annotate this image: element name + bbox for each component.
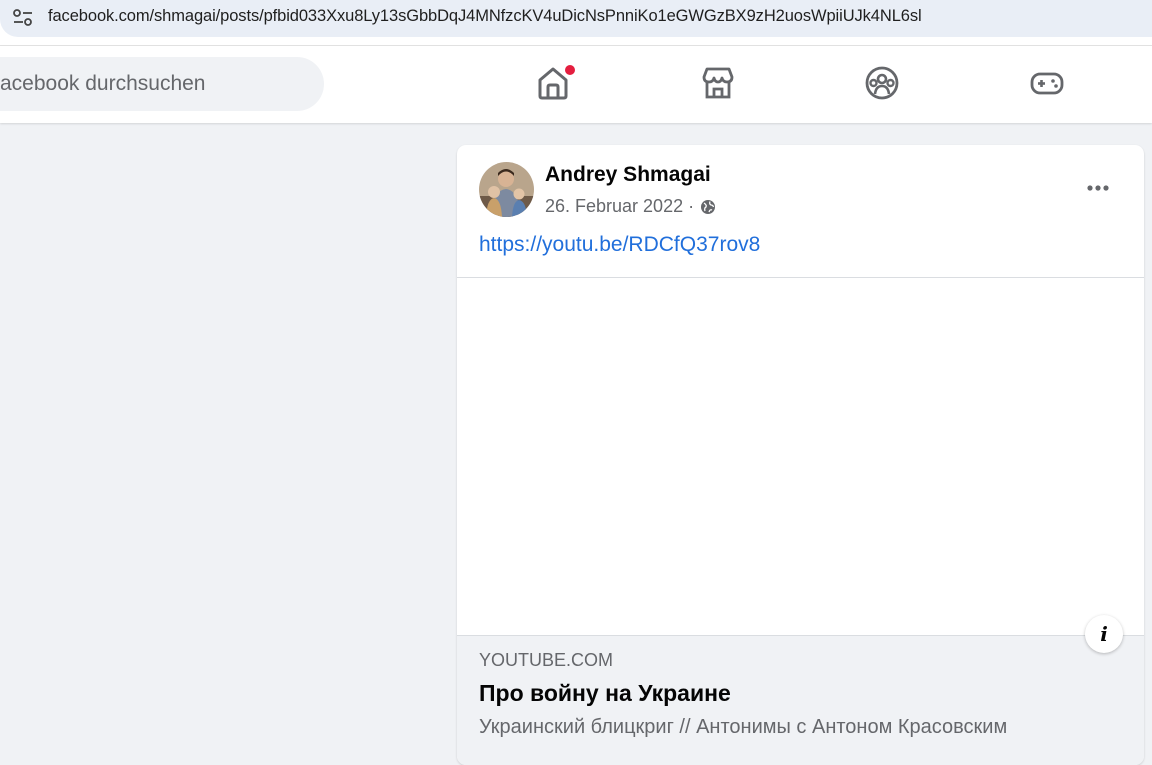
link-preview[interactable]: YOUTUBE.COM Про войну на Украине Украинс…: [457, 635, 1144, 765]
tune-icon[interactable]: [12, 8, 34, 28]
post-card: Andrey Shmagai 26. Februar 2022 · https:…: [457, 145, 1144, 765]
preview-title: Про войну на Украине: [479, 680, 731, 706]
globe-icon[interactable]: [700, 199, 716, 215]
groups-icon[interactable]: [864, 65, 900, 101]
post-meta: 26. Februar 2022 ·: [545, 196, 716, 217]
author-name[interactable]: Andrey Shmagai: [545, 163, 711, 187]
more-horizontal-icon[interactable]: [1083, 173, 1113, 203]
preview-description: Украинский блицкриг // Антонимы с Антоно…: [479, 716, 1008, 738]
url-field[interactable]: facebook.com/shmagai/posts/pfbid033Xxu8L…: [0, 0, 1152, 37]
post-date[interactable]: 26. Februar 2022 ·: [545, 196, 694, 217]
gaming-icon[interactable]: [1029, 65, 1065, 101]
post-link[interactable]: https://youtu.be/RDCfQ37rov8: [479, 233, 760, 257]
info-button[interactable]: i: [1085, 615, 1123, 653]
marketplace-icon[interactable]: [700, 65, 736, 101]
video-embed-area[interactable]: [457, 277, 1144, 636]
info-icon: i: [1100, 622, 1108, 646]
avatar[interactable]: [479, 162, 534, 217]
search-placeholder: acebook durchsuchen: [0, 72, 206, 95]
url-text: facebook.com/shmagai/posts/pfbid033Xxu8L…: [48, 7, 922, 25]
facebook-header: acebook durchsuchen: [0, 46, 1152, 123]
notification-dot: [565, 65, 575, 75]
search-input[interactable]: acebook durchsuchen: [0, 57, 324, 111]
browser-address-bar: facebook.com/shmagai/posts/pfbid033Xxu8L…: [0, 0, 1152, 46]
preview-domain: YOUTUBE.COM: [479, 650, 614, 670]
